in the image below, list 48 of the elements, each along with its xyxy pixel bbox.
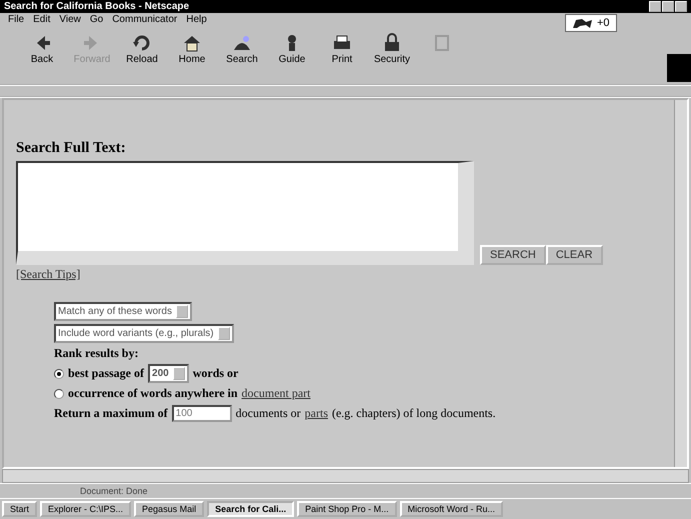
- maximize-button[interactable]: [662, 1, 674, 12]
- variants-dropdown[interactable]: Include word variants (e.g., plurals): [54, 324, 234, 343]
- search-text-area[interactable]: [16, 161, 474, 265]
- document-part-link[interactable]: document part: [242, 386, 311, 401]
- menu-item[interactable]: View: [59, 14, 81, 25]
- toolbar-button[interactable]: Back: [20, 30, 64, 67]
- close-button[interactable]: [675, 1, 687, 12]
- option-text: best passage of: [68, 366, 144, 381]
- menu-item[interactable]: Help: [186, 14, 207, 25]
- menu-item[interactable]: Edit: [33, 14, 50, 25]
- passage-dropdown[interactable]: 200: [148, 364, 189, 383]
- window-title: Search for California Books - Netscape: [4, 1, 190, 12]
- taskbar-button[interactable]: Start: [2, 501, 38, 517]
- radio-button[interactable]: [54, 388, 64, 398]
- return-text: documents or: [236, 406, 301, 421]
- toolbar-button[interactable]: Search: [220, 30, 264, 67]
- toolbar-button[interactable]: Print: [320, 30, 364, 67]
- menu-item[interactable]: Go: [90, 14, 104, 25]
- toolbar-button[interactable]: Security: [370, 30, 414, 67]
- minimize-button[interactable]: [649, 1, 661, 12]
- menu-item[interactable]: Communicator: [112, 14, 178, 25]
- notification-badge[interactable]: +0: [565, 14, 617, 32]
- rank-label: Rank results by:: [54, 346, 140, 361]
- vertical-scrollbar[interactable]: [674, 100, 687, 467]
- option-text: occurrence of words anywhere in: [68, 386, 238, 401]
- return-text: (e.g. chapters) of long documents.: [332, 406, 496, 421]
- return-text: Return a maximum of: [54, 406, 168, 421]
- toolbar-button[interactable]: Reload: [120, 30, 164, 67]
- taskbar-button[interactable]: Explorer - C:\IPS...: [40, 501, 132, 517]
- form-button[interactable]: SEARCH: [480, 245, 546, 265]
- taskbar-button[interactable]: Search for Cali...: [207, 501, 294, 517]
- logo-icon: [667, 54, 691, 82]
- horizontal-scrollbar[interactable]: [2, 469, 689, 483]
- form-button[interactable]: CLEAR: [546, 245, 603, 265]
- parts-link[interactable]: parts: [304, 406, 328, 421]
- toolbar-button[interactable]: Guide: [270, 30, 314, 67]
- status-text: Document: Done: [80, 486, 148, 496]
- option-text: words or: [192, 366, 238, 381]
- radio-button[interactable]: [54, 368, 64, 378]
- toolbar-button[interactable]: Home: [170, 30, 214, 67]
- search-tips-link[interactable]: [Search Tips]: [16, 267, 80, 281]
- taskbar-button[interactable]: Pegasus Mail: [134, 501, 204, 517]
- taskbar-button[interactable]: Microsoft Word - Ru...: [400, 501, 504, 517]
- taskbar-button[interactable]: Paint Shop Pro - M...: [297, 501, 397, 517]
- menu-item[interactable]: File: [8, 14, 24, 25]
- match-dropdown[interactable]: Match any of these words: [54, 302, 192, 321]
- section-heading: Search Full Text:: [16, 140, 127, 157]
- maximum-field[interactable]: 100: [172, 405, 232, 422]
